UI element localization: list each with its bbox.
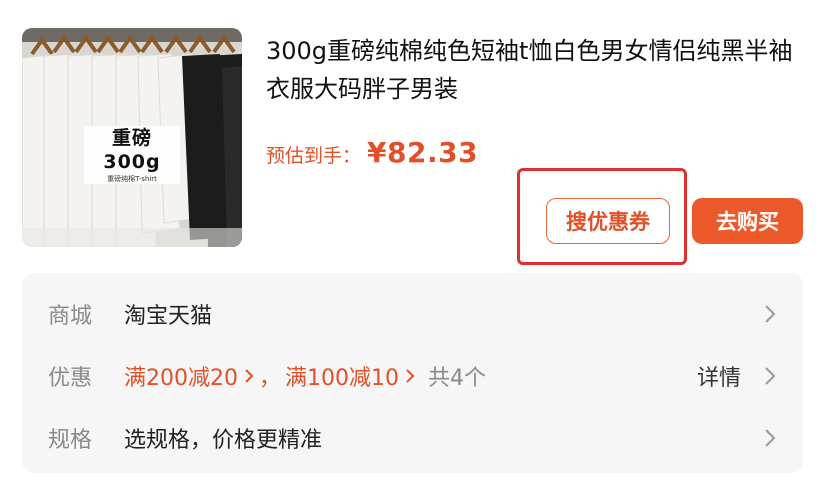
image-label-sub: 重磅纯棉T-shirt — [107, 175, 157, 183]
product-image[interactable]: 重磅300g 重磅纯棉T-shirt — [22, 28, 242, 247]
promo-values: 满200减20 ， 满100减10 共4个 — [124, 360, 486, 392]
buy-button[interactable]: 去购买 — [692, 198, 803, 244]
price-row: 预估到手： ¥82.33 — [266, 136, 478, 169]
estimated-price: ¥82.33 — [367, 136, 479, 169]
spec-value: 选规格，价格更精准 — [124, 428, 323, 453]
store-row[interactable]: 商城 淘宝天猫 — [22, 283, 803, 345]
image-overlay-label: 重磅300g 重磅纯棉T-shirt — [84, 126, 180, 184]
info-card: 商城 淘宝天猫 优惠 满200减20 ， 满100减10 共4个 详情 规格 选… — [22, 273, 803, 473]
product-title[interactable]: 300g重磅纯棉纯色短袖t恤白色男女情侣纯黑半袖衣服大码胖子男装 — [266, 32, 806, 108]
promo-item[interactable]: 满100减10 — [285, 360, 399, 392]
promo-detail-link[interactable]: 详情 — [697, 360, 741, 392]
promo-count: 共4个 — [428, 366, 487, 391]
spec-label: 规格 — [48, 428, 93, 453]
chevron-right-icon — [244, 367, 255, 385]
price-label: 预估到手： — [266, 145, 362, 167]
promo-separator: ， — [259, 366, 282, 391]
promo-label: 优惠 — [48, 366, 93, 391]
chevron-right-icon — [405, 367, 416, 385]
search-coupon-button[interactable]: 搜优惠券 — [546, 198, 670, 244]
chevron-right-icon — [763, 303, 777, 325]
chevron-right-icon — [763, 365, 777, 387]
spec-row[interactable]: 规格 选规格，价格更精准 — [22, 407, 803, 469]
promo-row[interactable]: 优惠 满200减20 ， 满100减10 共4个 详情 — [22, 345, 803, 407]
store-value: 淘宝天猫 — [124, 304, 213, 329]
chevron-right-icon — [763, 427, 777, 449]
store-label: 商城 — [48, 304, 93, 329]
image-label-weight: 重磅300g — [103, 127, 161, 173]
promo-item[interactable]: 满200减20 — [124, 360, 238, 392]
